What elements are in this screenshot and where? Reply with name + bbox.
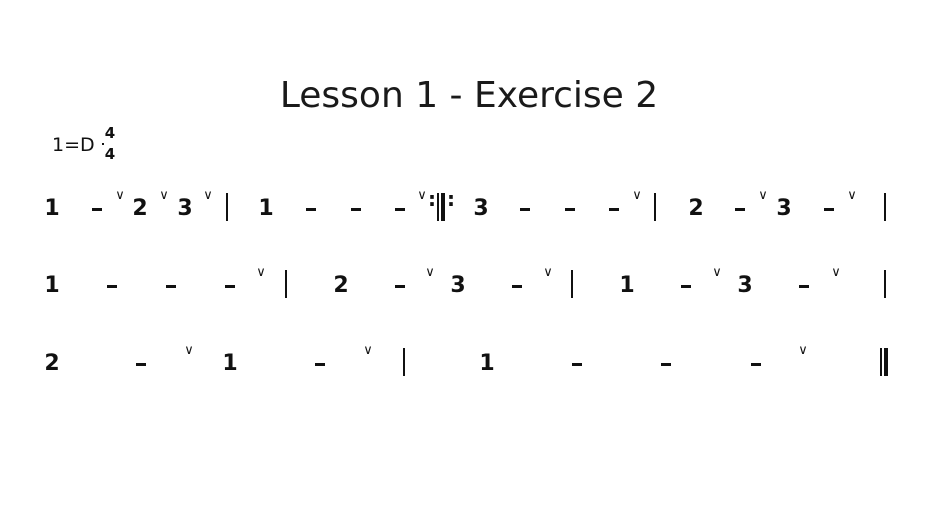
key-signature: 1=D xyxy=(52,134,95,156)
duration-dash xyxy=(520,208,530,211)
repeat-dots-right: : xyxy=(447,187,455,211)
duration-dash xyxy=(681,285,691,288)
breath-mark-icon: ∨ xyxy=(543,265,553,280)
duration-dash xyxy=(661,363,671,366)
barline xyxy=(884,270,886,298)
duration-dash xyxy=(572,363,582,366)
breath-mark-icon: ∨ xyxy=(184,343,194,358)
duration-dash xyxy=(225,285,235,288)
time-signature-bottom: 4 xyxy=(104,145,116,163)
final-barline-thin xyxy=(880,348,882,376)
duration-dash xyxy=(609,208,619,211)
duration-dash xyxy=(136,363,146,366)
breath-mark-icon: ∨ xyxy=(203,188,213,203)
note: 3 xyxy=(776,196,792,221)
barline xyxy=(571,270,573,298)
note: 1 xyxy=(258,196,274,221)
barline xyxy=(884,193,886,221)
barline xyxy=(285,270,287,298)
duration-dash xyxy=(315,363,325,366)
time-signature: 4 4 xyxy=(102,126,118,162)
breath-mark-icon: ∨ xyxy=(758,188,768,203)
note: 3 xyxy=(450,273,466,298)
duration-dash xyxy=(735,208,745,211)
duration-dash xyxy=(512,285,522,288)
breath-mark-icon: ∨ xyxy=(712,265,722,280)
note: 1 xyxy=(479,351,495,376)
note: 2 xyxy=(44,351,60,376)
duration-dash xyxy=(351,208,361,211)
duration-dash xyxy=(166,285,176,288)
note: 1 xyxy=(44,196,60,221)
duration-dash xyxy=(565,208,575,211)
repeat-dots-left: : xyxy=(428,187,436,211)
breath-mark-icon: ∨ xyxy=(159,188,169,203)
score-title: Lesson 1 - Exercise 2 xyxy=(279,75,659,116)
note: 1 xyxy=(222,351,238,376)
breath-mark-icon: ∨ xyxy=(363,343,373,358)
note: 3 xyxy=(473,196,489,221)
duration-dash xyxy=(395,208,405,211)
duration-dash xyxy=(824,208,834,211)
breath-mark-icon: ∨ xyxy=(425,265,435,280)
barline xyxy=(654,193,656,221)
breath-mark-icon: ∨ xyxy=(798,343,808,358)
duration-dash xyxy=(751,363,761,366)
barline xyxy=(226,193,228,221)
breath-mark-icon: ∨ xyxy=(417,188,427,203)
note: 3 xyxy=(177,196,193,221)
final-barline-thick xyxy=(884,348,888,376)
repeat-barline-thin xyxy=(437,193,439,221)
note: 1 xyxy=(44,273,60,298)
staff-line-3: 2 ∨ 1 ∨ 1 ∨ xyxy=(0,343,938,383)
note: 3 xyxy=(737,273,753,298)
duration-dash xyxy=(107,285,117,288)
duration-dash xyxy=(306,208,316,211)
note: 2 xyxy=(333,273,349,298)
breath-mark-icon: ∨ xyxy=(632,188,642,203)
time-signature-top: 4 xyxy=(104,124,116,142)
duration-dash xyxy=(799,285,809,288)
breath-mark-icon: ∨ xyxy=(831,265,841,280)
note: 2 xyxy=(688,196,704,221)
breath-mark-icon: ∨ xyxy=(256,265,266,280)
note: 1 xyxy=(619,273,635,298)
staff-line-1: 1 ∨ 2 ∨ 3 ∨ 1 ∨::3 ∨ 2 ∨ 3 ∨ xyxy=(0,188,938,228)
score-page: Lesson 1 - Exercise 2 1=D 4 4 1 ∨ 2 ∨ 3 ∨ 1 ∨::… xyxy=(0,0,938,522)
duration-dash xyxy=(395,285,405,288)
duration-dash xyxy=(92,208,102,211)
barline xyxy=(403,348,405,376)
fraction-bar xyxy=(102,143,104,145)
repeat-barline-thick xyxy=(441,193,445,221)
note: 2 xyxy=(132,196,148,221)
breath-mark-icon: ∨ xyxy=(115,188,125,203)
breath-mark-icon: ∨ xyxy=(847,188,857,203)
staff-line-2: 1 ∨ 2 ∨ 3 ∨ 1 ∨ 3 ∨ xyxy=(0,265,938,305)
